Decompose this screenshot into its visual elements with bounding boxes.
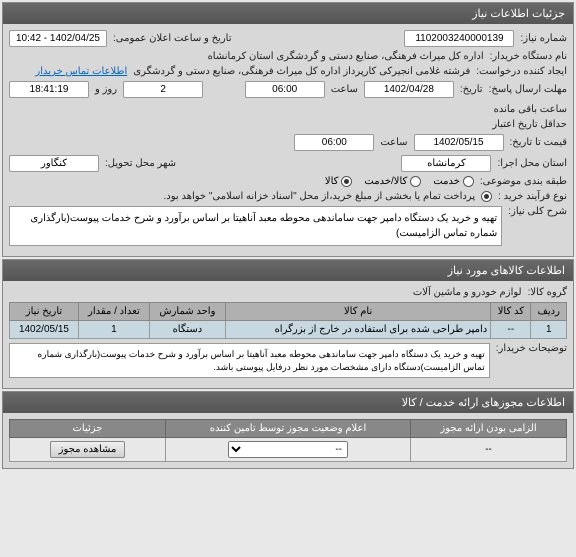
label-subject-class: طبقه بندی موضوعی: [480, 176, 567, 187]
ltd-mandatory: -- [411, 438, 567, 462]
goods-header: اطلاعات کالاهای مورد نیاز [3, 260, 573, 281]
label-price-until: قیمت تا تاریخ: [510, 137, 567, 148]
value-remain-time: 18:41:19 [9, 81, 89, 98]
radio-goods[interactable] [341, 176, 352, 187]
value-remain-days: 2 [123, 81, 203, 98]
ltd-status: -- [165, 438, 410, 462]
licence-row: -- -- مشاهده مجوز [10, 438, 567, 462]
buyer-contact-link[interactable]: اطلاعات تماس خریدار [35, 66, 127, 77]
goods-panel: اطلاعات کالاهای مورد نیاز گروه کالا: لوا… [2, 259, 574, 389]
licences-body: الزامی بودن ارائه مجوز اعلام وضعیت مجوز … [3, 413, 573, 468]
label-deadline: مهلت ارسال پاسخ: [489, 84, 567, 95]
td-code: -- [491, 321, 531, 339]
td-name: دامپر طراحی شده برای استفاده در خارج از … [225, 321, 490, 339]
value-deadline-hour: 06:00 [245, 81, 325, 98]
value-need-no: 1102003240000139 [404, 30, 514, 47]
radio-goods-service[interactable] [410, 176, 421, 187]
th-row: ردیف [531, 303, 567, 321]
need-info-header: جزئیات اطلاعات نیاز [3, 3, 573, 24]
subject-class-radios: خدمت کالا/خدمت کالا [325, 176, 474, 187]
goods-body: گروه کالا: لوازم خودرو و ماشین آلات ردیف… [3, 281, 573, 388]
value-valid-date: 1402/05/15 [414, 134, 504, 151]
label-remaining: ساعت باقی مانده [494, 104, 567, 115]
lth-mandatory: الزامی بودن ارائه مجوز [411, 420, 567, 438]
label-announce-date: تاریخ و ساعت اعلان عمومی: [113, 33, 232, 44]
ltd-details: مشاهده مجوز [10, 438, 166, 462]
label-hour-1: ساعت [331, 84, 358, 95]
buy-process-desc: پرداخت تمام یا بخشی از مبلغ خرید،از محل … [164, 191, 476, 202]
label-deadline-hist: تاریخ: [460, 84, 483, 95]
value-city: کنگاور [9, 155, 99, 172]
need-info-body: شماره نیاز: 1102003240000139 تاریخ و ساع… [3, 24, 573, 256]
td-qty: 1 [78, 321, 149, 339]
licence-table: الزامی بودن ارائه مجوز اعلام وضعیت مجوز … [9, 419, 567, 462]
th-code: کد کالا [491, 303, 531, 321]
label-buy-process: نوع فرآیند خرید : [498, 191, 567, 202]
value-requester: فرشته غلامی انجیرکی کارپرداز اداره کل می… [133, 66, 470, 77]
table-row: 1 -- دامپر طراحی شده برای استفاده در خار… [10, 321, 567, 339]
th-name: نام کالا [225, 303, 490, 321]
th-needdate: تاریخ نیاز [10, 303, 79, 321]
radio-goods-label: کالا [325, 176, 339, 187]
licences-panel: اطلاعات مجوزهای ارائه خدمت / کالا الزامی… [2, 391, 574, 469]
label-hour-2: ساعت [380, 137, 407, 148]
view-licence-button[interactable]: مشاهده مجوز [50, 441, 126, 458]
label-min-valid: حداقل تاریخ اعتبار [492, 119, 567, 130]
th-unit: واحد شمارش [149, 303, 225, 321]
goods-table: ردیف کد کالا نام کالا واحد شمارش تعداد /… [9, 302, 567, 339]
need-summary-box: تهیه و خرید یک دستگاه دامپر جهت ساماندهی… [9, 206, 502, 246]
value-goods-group: لوازم خودرو و ماشین آلات [413, 287, 522, 298]
radio-service-label: خدمت [433, 176, 460, 187]
label-need-no: شماره نیاز: [520, 33, 567, 44]
label-province: استان محل اجرا: [497, 158, 567, 169]
value-province: کرمانشاه [401, 155, 491, 172]
need-info-panel: جزئیات اطلاعات نیاز شماره نیاز: 11020032… [2, 2, 574, 257]
label-buyer-notes: توضیحات خریدار: [496, 343, 567, 354]
th-qty: تعداد / مقدار [78, 303, 149, 321]
td-needdate: 1402/05/15 [10, 321, 79, 339]
radio-goods-service-label: کالا/خدمت [364, 176, 407, 187]
td-unit: دستگاه [149, 321, 225, 339]
lth-status: اعلام وضعیت مجوز توسط تامین کننده [165, 420, 410, 438]
radio-service[interactable] [463, 176, 474, 187]
label-buyer-org: نام دستگاه خریدار: [490, 51, 567, 62]
value-buyer-org: اداره کل میراث فرهنگی، صنایع دستی و گردش… [208, 51, 484, 62]
lth-details: جزئیات [10, 420, 166, 438]
label-requester: ایجاد کننده درخواست: [476, 66, 567, 77]
licences-header: اطلاعات مجوزهای ارائه خدمت / کالا [3, 392, 573, 413]
label-goods-group: گروه کالا: [528, 287, 567, 298]
value-announce-date: 1402/04/25 - 10:42 [9, 30, 107, 47]
value-deadline-date: 1402/04/28 [364, 81, 454, 98]
label-city: شهر محل تحویل: [105, 158, 176, 169]
label-need-summary: شرح کلی نیاز: [508, 206, 567, 217]
td-row: 1 [531, 321, 567, 339]
licence-status-select[interactable]: -- [228, 441, 348, 458]
buyer-notes-box: تهیه و خرید یک دستگاه دامپر جهت ساماندهی… [9, 343, 490, 378]
label-day-and: روز و [95, 84, 117, 95]
radio-buy-process[interactable] [481, 191, 492, 202]
value-valid-hour: 06:00 [294, 134, 374, 151]
